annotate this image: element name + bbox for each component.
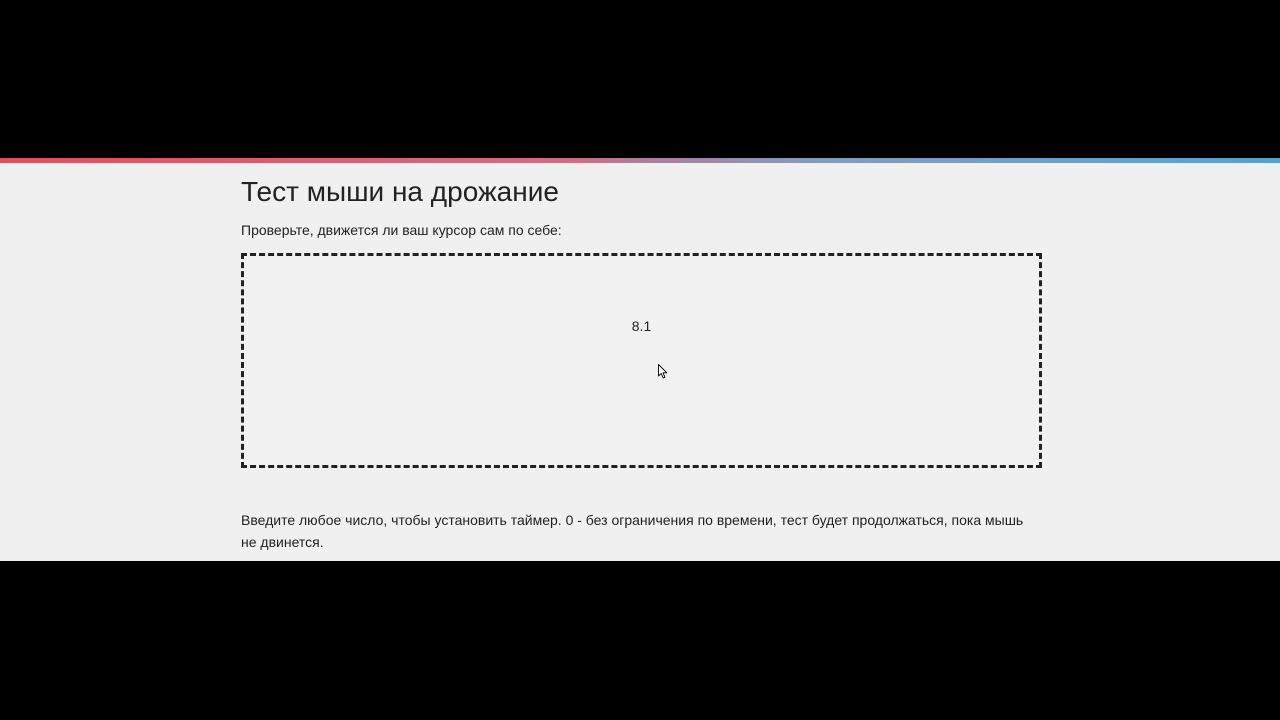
header-gradient-bar [0, 158, 1280, 163]
timer-instructions: Введите любое число, чтобы установить та… [241, 512, 1024, 550]
letterbox-top [0, 0, 1280, 158]
arrow-cursor-icon [658, 364, 668, 379]
page-title: Тест мыши на дрожание [241, 176, 559, 207]
jitter-test-area[interactable]: 8.1 [241, 253, 1042, 468]
page-subtitle: Проверьте, движется ли ваш курсор сам по… [241, 222, 562, 238]
browser-viewport: Тест мыши на дрожание Проверьте, движетс… [0, 158, 1280, 561]
letterbox-bottom [0, 561, 1280, 720]
jitter-counter: 8.1 [631, 318, 652, 334]
